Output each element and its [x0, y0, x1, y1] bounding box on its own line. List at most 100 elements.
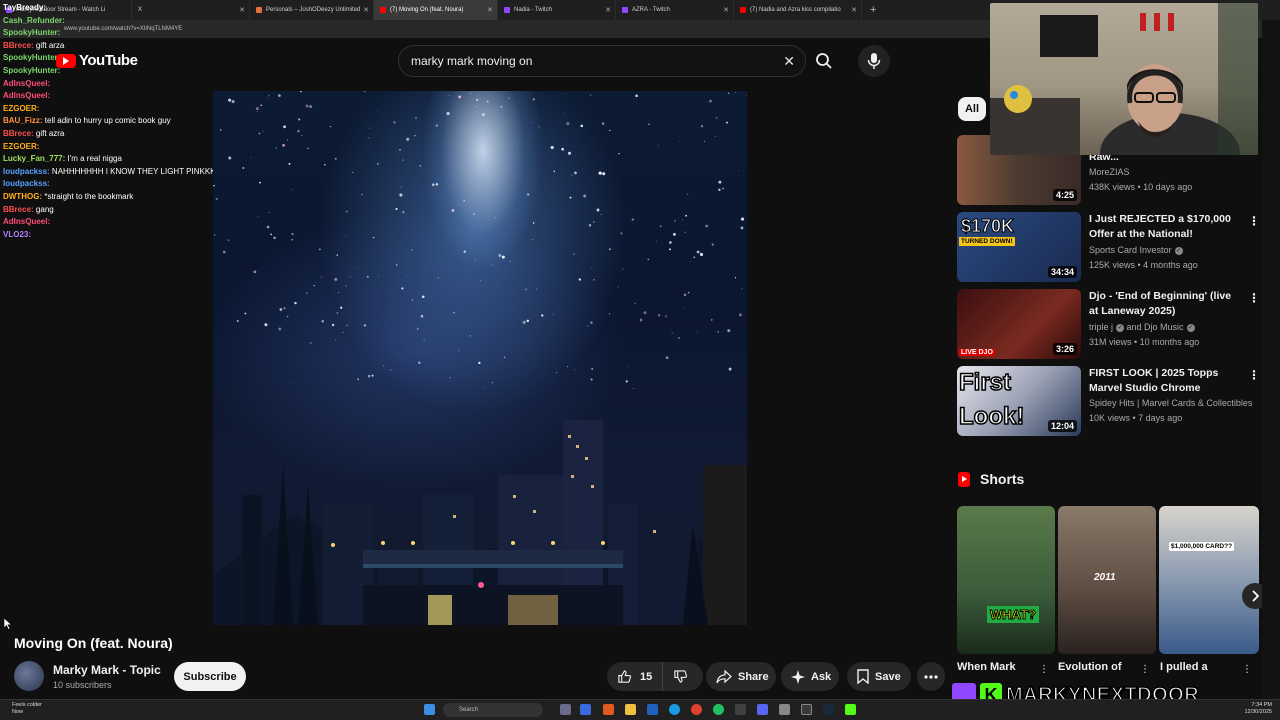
more-options-icon[interactable]: ⋮ [1242, 664, 1252, 675]
like-button[interactable]: 15 [607, 662, 664, 691]
recommended-video[interactable]: First Look! 12:04 FIRST LOOK | 2025 Topp… [957, 366, 1260, 436]
app-icon[interactable] [580, 704, 591, 715]
more-options-icon[interactable]: ⋮ [1248, 291, 1260, 305]
app-icon[interactable] [735, 704, 746, 715]
chrome-browser-icon[interactable] [691, 704, 702, 715]
dislike-button[interactable] [663, 669, 698, 684]
recommended-title[interactable]: FIRST LOOK | 2025 Topps Marvel Studio Ch… [1089, 366, 1237, 396]
video-thumbnail[interactable]: LIVE DJO 3:26 [957, 289, 1081, 359]
voice-search-button[interactable] [858, 45, 890, 77]
spotify-icon[interactable] [713, 704, 724, 715]
browser-tab[interactable]: (7) Nadia and Azra kiss compilatio ✕ [734, 0, 862, 20]
tab-close-icon[interactable]: ✕ [363, 6, 369, 14]
recommended-meta: 125K views • 4 months ago [1089, 260, 1198, 270]
star [727, 92, 730, 95]
chat-username[interactable]: loudpackss: [3, 167, 50, 176]
more-options-icon[interactable]: ⋮ [1248, 368, 1260, 382]
edge-browser-icon[interactable] [669, 704, 680, 715]
more-options-icon[interactable]: ⋮ [1140, 664, 1150, 675]
discord-icon[interactable] [757, 704, 768, 715]
task-view-icon[interactable] [560, 704, 571, 715]
app-icon[interactable] [647, 704, 658, 715]
short-thumbnail[interactable]: $1,000,000 CARD?? [1159, 506, 1259, 654]
recommended-title[interactable]: I Just REJECTED a $170,000 Offer at the … [1089, 212, 1237, 242]
shorts-icon [958, 471, 970, 487]
video-thumbnail[interactable]: First Look! 12:04 [957, 366, 1081, 436]
chat-username[interactable]: SpookyHunter: [3, 53, 60, 62]
star [696, 250, 700, 254]
subscribe-button[interactable]: Subscribe [174, 662, 246, 691]
chat-username[interactable]: VLO23: [3, 230, 31, 239]
chat-username[interactable]: SpookyHunter: [3, 66, 60, 75]
weather-widget[interactable]: Feels colder Now [12, 702, 42, 716]
star [411, 299, 414, 301]
steam-icon[interactable] [823, 704, 834, 715]
chat-username[interactable]: loudpackss: [3, 179, 50, 188]
search-button[interactable] [808, 45, 840, 77]
short-thumbnail[interactable]: WHAT? [957, 506, 1055, 654]
recommended-video[interactable]: LIVE DJO 3:26 Djo - 'End of Beginning' (… [957, 289, 1260, 359]
browser-tab[interactable]: Personals – JoshODeezy Unlimited ✕ [250, 0, 374, 20]
ask-button[interactable]: Ask [781, 662, 839, 691]
star [307, 147, 309, 150]
recommended-channel[interactable]: Spidey Hits | Marvel Cards & Collectible… [1089, 398, 1252, 408]
chat-username[interactable]: AdInsQueel: [3, 91, 50, 100]
more-options-icon[interactable]: ⋮ [1248, 214, 1260, 228]
chat-username[interactable]: Lucky_Fan_777: [3, 154, 65, 163]
recommended-channel[interactable]: triple j ✓ and Djo Music ✓ [1089, 322, 1195, 332]
recommended-channel[interactable]: MoreZIAS [1089, 167, 1130, 177]
tab-close-icon[interactable]: ✕ [851, 6, 857, 14]
recommended-video[interactable]: $170K TURNED DOWN! 34:34 I Just REJECTED… [957, 212, 1260, 282]
chat-username[interactable]: TayBready: [3, 3, 46, 12]
chat-username[interactable]: DWTHOG: [3, 192, 42, 201]
channel-name[interactable]: Marky Mark - Topic [53, 663, 161, 677]
recommended-channel[interactable]: Sports Card Investor ✓ [1089, 245, 1183, 255]
youtube-logo[interactable]: YouTube [56, 52, 138, 69]
settings-icon[interactable] [779, 704, 790, 715]
video-thumbnail[interactable]: $170K TURNED DOWN! 34:34 [957, 212, 1081, 282]
chat-username[interactable]: BAU_Fizz: [3, 116, 43, 125]
star [469, 335, 471, 337]
search-icon [816, 53, 832, 69]
channel-avatar[interactable] [14, 661, 44, 691]
star [601, 122, 605, 125]
chat-username[interactable]: AdInsQueel: [3, 217, 50, 226]
more-options-icon[interactable]: ⋮ [1039, 664, 1049, 675]
chat-username[interactable]: SpookyHunter: [3, 28, 60, 37]
chat-username[interactable]: EZGOER: [3, 142, 39, 151]
chat-username[interactable]: BBrece: [3, 129, 34, 138]
tab-close-icon[interactable]: ✕ [487, 6, 493, 14]
system-clock[interactable]: 7:34 PM 12/30/2025 [1244, 702, 1272, 716]
tab-close-icon[interactable]: ✕ [723, 6, 729, 14]
short-thumbnail[interactable]: 2011 [1058, 506, 1156, 654]
browser-tab[interactable]: AZRA - Twitch ✕ [616, 0, 734, 20]
recommended-title[interactable]: Djo - 'End of Beginning' (live at Lanewa… [1089, 289, 1237, 319]
page-scrollbar[interactable] [1262, 20, 1280, 700]
windows-start-icon[interactable] [424, 704, 435, 715]
new-tab-button[interactable]: + [870, 4, 876, 16]
short-title[interactable]: Evolution of [1058, 661, 1122, 673]
short-title[interactable]: When Mark [957, 661, 1016, 673]
kick-app-icon[interactable] [845, 704, 856, 715]
chat-username[interactable]: Cash_Refunder: [3, 16, 65, 25]
star [334, 157, 337, 160]
chat-username[interactable]: BBrece: [3, 41, 34, 50]
share-button[interactable]: Share [706, 662, 776, 691]
tab-close-icon[interactable]: ✕ [605, 6, 611, 14]
clear-search-icon[interactable]: ✕ [783, 53, 795, 70]
chat-username[interactable]: EZGOER: [3, 104, 39, 113]
app-icon[interactable] [603, 704, 614, 715]
short-title[interactable]: I pulled a [1160, 661, 1208, 673]
chat-username[interactable]: BBrece: [3, 205, 34, 214]
file-explorer-icon[interactable] [625, 704, 636, 715]
browser-tab[interactable]: Nadia - Twitch ✕ [498, 0, 616, 20]
search-input[interactable] [411, 54, 771, 68]
taskbar-search[interactable]: Search [443, 703, 543, 717]
obs-icon[interactable] [801, 704, 812, 715]
save-button[interactable]: Save [847, 662, 911, 691]
browser-tab-active[interactable]: (7) Moving On (feat. Noura) ✕ [374, 0, 498, 20]
more-actions-button[interactable] [917, 662, 945, 691]
filter-chip-all[interactable]: All [958, 97, 986, 121]
chat-username[interactable]: AdInsQueel: [3, 79, 50, 88]
video-player[interactable] [213, 91, 747, 625]
